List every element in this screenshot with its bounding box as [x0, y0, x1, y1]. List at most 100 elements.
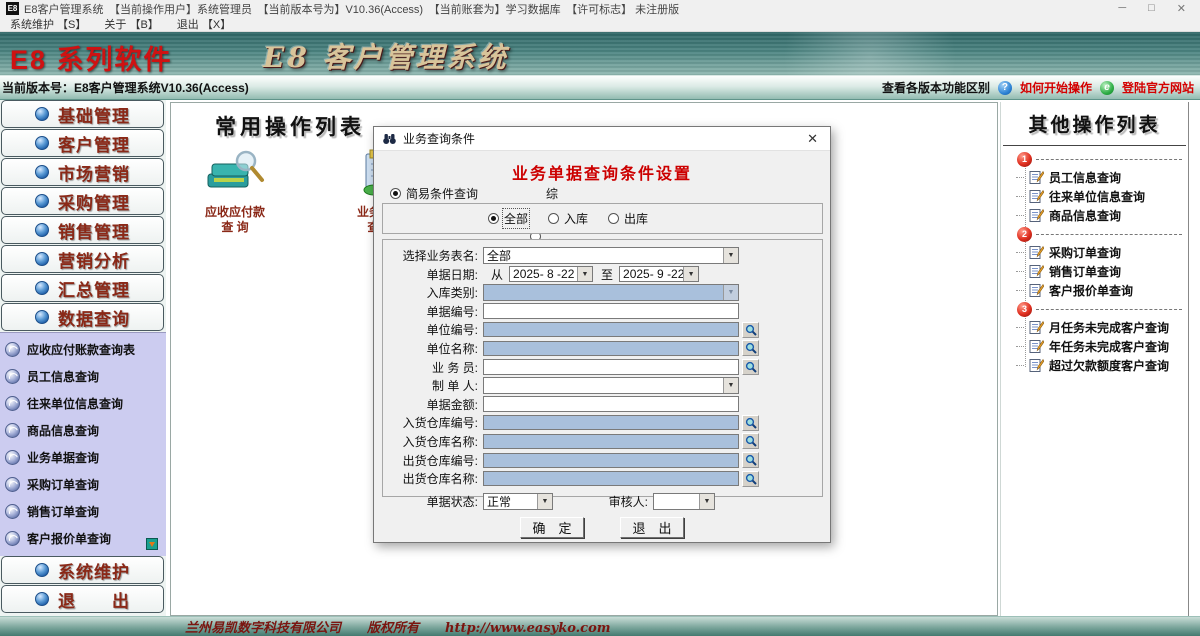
- menu-about[interactable]: 关于 【B】: [104, 16, 158, 32]
- other-operations-panel: 其他操作列表 1 员工信息查询 往来单位信息查询 商品信息查询 2 采购订单查询…: [1000, 102, 1189, 616]
- submenu-employee-info-query[interactable]: 员工信息查询: [0, 363, 166, 390]
- copyright-text: 兰州易凯数字科技有限公司 版权所有 http://www.easyko.com: [185, 617, 611, 636]
- how-to-start-link[interactable]: 如何开始操作: [1020, 79, 1092, 96]
- date-from-select[interactable]: 2025- 8 -22▼: [509, 266, 593, 282]
- chevron-down-icon[interactable]: ▼: [699, 494, 714, 509]
- sidebar-item-system-maintain[interactable]: 系统维护: [1, 556, 164, 584]
- doc-status-select[interactable]: 正常▼: [483, 493, 553, 510]
- window-titlebar: E8 E8客户管理系统 【当前操作用户】系统管理员 【当前版本号为】V10.36…: [0, 0, 1200, 17]
- chevron-down-icon[interactable]: ▼: [723, 248, 738, 263]
- sphere-icon: [35, 310, 49, 324]
- right-item-sales-order-query[interactable]: 销售订单查询: [1015, 262, 1188, 281]
- sidebar-item-exit[interactable]: 退 出: [1, 585, 164, 613]
- chevron-down-icon[interactable]: ▼: [537, 494, 552, 509]
- magnifier-icon: [745, 435, 757, 447]
- chevron-down-icon[interactable]: ▼: [683, 267, 698, 281]
- submenu-customer-quote-query[interactable]: 客户报价单查询: [0, 525, 166, 552]
- in-warehouse-code-lookup-button[interactable]: [742, 415, 759, 431]
- compare-versions-link[interactable]: 查看各版本功能区别: [882, 79, 990, 96]
- right-item-over-credit-customer-query[interactable]: 超过欠款额度客户查询: [1015, 356, 1188, 375]
- radio-simple-query[interactable]: 简易条件查询: [390, 185, 478, 202]
- dialog-close-icon[interactable]: ✕: [803, 131, 822, 147]
- official-site-link[interactable]: 登陆官方网站: [1122, 79, 1194, 96]
- out-warehouse-name-lookup-button[interactable]: [742, 471, 759, 487]
- right-item-year-task-unfinished-query[interactable]: 年任务未完成客户查询: [1015, 337, 1188, 356]
- radio-scope-inbound[interactable]: 入库: [548, 210, 588, 227]
- field-label-in-warehouse-code: 入货仓库编号:: [383, 414, 483, 431]
- other-operations-tree: 1 员工信息查询 往来单位信息查询 商品信息查询 2 采购订单查询 销售订单查询…: [1001, 150, 1188, 375]
- unit-code-lookup-button[interactable]: [742, 322, 759, 338]
- sidebar-item-basic-mgmt[interactable]: 基础管理: [1, 100, 164, 128]
- field-label-doc-no: 单据编号:: [383, 303, 483, 320]
- dash-line: [1036, 159, 1182, 160]
- dialog-title: 业务查询条件: [403, 130, 475, 147]
- exit-button[interactable]: 退 出: [620, 517, 684, 538]
- website-icon[interactable]: e: [1100, 81, 1114, 95]
- salesman-input[interactable]: [483, 359, 739, 375]
- right-item-month-task-unfinished-query[interactable]: 月任务未完成客户查询: [1015, 318, 1188, 337]
- in-warehouse-code-input[interactable]: [483, 415, 739, 430]
- sidebar-item-sales-mgmt[interactable]: 销售管理: [1, 216, 164, 244]
- business-table-select[interactable]: 全部▼: [483, 247, 739, 264]
- common-operations-title: 常用操作列表: [215, 111, 365, 141]
- sidebar-item-summary-mgmt[interactable]: 汇总管理: [1, 274, 164, 302]
- submenu-receivable-payable-query[interactable]: 应收应付账款查询表: [0, 336, 166, 363]
- right-item-product-info-query[interactable]: 商品信息查询: [1015, 206, 1188, 225]
- menubar: 系统维护 【S】 关于 【B】 退出 【X】: [0, 17, 1200, 32]
- magnifier-icon: [745, 454, 757, 466]
- right-item-employee-info-query[interactable]: 员工信息查询: [1015, 168, 1188, 187]
- submenu-purchase-order-query[interactable]: 采购订单查询: [0, 471, 166, 498]
- right-item-purchase-order-query[interactable]: 采购订单查询: [1015, 243, 1188, 262]
- minimize-button[interactable]: ─: [1118, 2, 1126, 15]
- submenu-sales-order-query[interactable]: 销售订单查询: [0, 498, 166, 525]
- sidebar-item-marketing-analysis[interactable]: 营销分析: [1, 245, 164, 273]
- date-to-select[interactable]: 2025- 9 -22▼: [619, 266, 699, 282]
- sidebar-item-customer-mgmt[interactable]: 客户管理: [1, 129, 164, 157]
- date-to-word: 至: [593, 266, 619, 283]
- sphere-icon: [35, 281, 49, 295]
- unit-name-input[interactable]: [483, 341, 739, 356]
- unit-code-input[interactable]: [483, 322, 739, 337]
- notepad-pen-icon: [1029, 320, 1044, 335]
- amount-input[interactable]: [483, 396, 739, 412]
- out-warehouse-name-input[interactable]: [483, 471, 739, 486]
- help-icon[interactable]: ?: [998, 81, 1012, 95]
- chevron-down-icon[interactable]: ▼: [723, 378, 738, 393]
- out-warehouse-code-lookup-button[interactable]: [742, 452, 759, 468]
- orb-icon: [5, 450, 20, 465]
- radio-scope-outbound[interactable]: 出库: [608, 210, 648, 227]
- dash-line: [1036, 309, 1182, 310]
- sphere-icon: [35, 563, 49, 577]
- radio-scope-all[interactable]: 全部: [488, 210, 528, 227]
- sidebar-item-data-query[interactable]: 数据查询: [1, 303, 164, 331]
- binoculars-icon: [382, 133, 397, 145]
- chevron-down-icon: ▼: [723, 285, 738, 300]
- submenu-product-info-query[interactable]: 商品信息查询: [0, 417, 166, 444]
- chevron-down-icon[interactable]: ▼: [577, 267, 592, 281]
- ok-button[interactable]: 确 定: [520, 517, 584, 538]
- out-warehouse-code-input[interactable]: [483, 453, 739, 468]
- sidebar-item-marketing[interactable]: 市场营销: [1, 158, 164, 186]
- in-warehouse-name-input[interactable]: [483, 434, 739, 449]
- submenu-business-doc-query[interactable]: 业务单据查询: [0, 444, 166, 471]
- dialog-titlebar[interactable]: 业务查询条件 ✕: [374, 127, 830, 151]
- auditor-select[interactable]: ▼: [653, 493, 715, 510]
- tree-group-2: 2: [1015, 225, 1188, 243]
- sidebar-item-purchase-mgmt[interactable]: 采购管理: [1, 187, 164, 215]
- shortcut-receivable-payable-query[interactable]: 应收应付款 查 询: [187, 148, 283, 235]
- menu-exit[interactable]: 退出 【X】: [177, 16, 231, 32]
- maximize-button[interactable]: □: [1148, 2, 1155, 15]
- right-item-partner-info-query[interactable]: 往来单位信息查询: [1015, 187, 1188, 206]
- close-button[interactable]: ✕: [1177, 2, 1186, 15]
- right-item-customer-quote-query[interactable]: 客户报价单查询: [1015, 281, 1188, 300]
- doc-no-input[interactable]: [483, 303, 739, 319]
- salesman-lookup-button[interactable]: [742, 359, 759, 375]
- date-from-word: 从: [483, 266, 509, 283]
- in-warehouse-name-lookup-button[interactable]: [742, 433, 759, 449]
- scroll-more-indicator[interactable]: [146, 538, 158, 550]
- submenu-partner-info-query[interactable]: 往来单位信息查询: [0, 390, 166, 417]
- menu-system-maintain[interactable]: 系统维护 【S】: [10, 16, 86, 32]
- books-magnifier-icon: [204, 148, 266, 200]
- maker-select[interactable]: ▼: [483, 377, 739, 394]
- unit-name-lookup-button[interactable]: [742, 340, 759, 356]
